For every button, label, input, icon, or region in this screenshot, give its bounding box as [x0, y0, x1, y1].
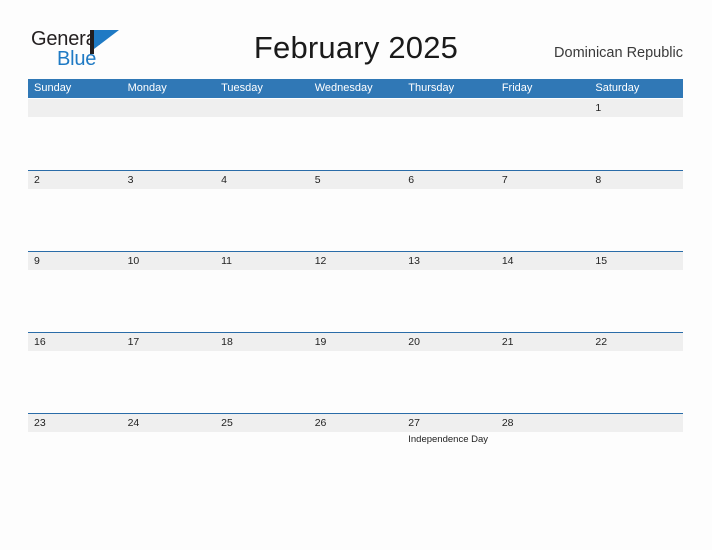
day-cell[interactable]: 19 — [309, 333, 403, 412]
day-number: 21 — [501, 336, 514, 349]
day-number: 5 — [314, 174, 321, 187]
day-number: 3 — [127, 174, 134, 187]
day-number: 13 — [408, 255, 420, 268]
day-number: 23 — [34, 417, 46, 430]
weekday-header-row: Sunday Monday Tuesday Wednesday Thursday… — [28, 79, 683, 98]
day-cell[interactable] — [402, 99, 496, 178]
day-number: 15 — [595, 255, 608, 268]
week-row: 23 24 25 26 27 Independence Day 28 — [28, 413, 683, 494]
day-number: 19 — [314, 336, 327, 349]
day-cell[interactable]: 8 — [589, 171, 683, 250]
day-cell[interactable]: 26 — [309, 414, 403, 493]
region-label: Dominican Republic — [554, 45, 683, 61]
day-cell[interactable] — [122, 99, 216, 178]
week-row: 9 10 11 12 13 14 15 — [28, 251, 683, 332]
week-day-cells: 23 24 25 26 27 Independence Day 28 — [28, 414, 683, 493]
day-cell[interactable]: 9 — [28, 252, 122, 331]
day-number: 14 — [501, 255, 514, 268]
day-number: 27 — [408, 417, 420, 430]
weekday-tuesday: Tuesday — [221, 82, 263, 94]
day-cell[interactable]: 24 — [122, 414, 216, 493]
holiday-label: Independence Day — [408, 434, 489, 446]
day-cell[interactable]: 22 — [589, 333, 683, 412]
day-cell[interactable]: 7 — [496, 171, 590, 250]
day-cell[interactable] — [28, 99, 122, 178]
day-cell[interactable] — [215, 99, 309, 178]
day-cell[interactable]: 23 — [28, 414, 122, 493]
weekday-sunday: Sunday — [34, 82, 72, 94]
day-number: 11 — [221, 255, 233, 268]
day-number: 22 — [595, 336, 608, 349]
day-number: 12 — [314, 255, 327, 268]
day-cell[interactable]: 21 — [496, 333, 590, 412]
weekday-thursday: Thursday — [408, 82, 455, 94]
day-number: 2 — [34, 174, 40, 187]
day-number: 9 — [34, 255, 40, 268]
day-cell[interactable]: 14 — [496, 252, 590, 331]
weekday-monday: Monday — [127, 82, 167, 94]
day-cell[interactable]: 5 — [309, 171, 403, 250]
weekday-saturday: Saturday — [595, 82, 640, 94]
day-cell[interactable]: 16 — [28, 333, 122, 412]
day-cell[interactable]: 4 — [215, 171, 309, 250]
day-cell[interactable]: 10 — [122, 252, 216, 331]
week-day-cells: 2 3 4 5 6 7 8 — [28, 171, 683, 250]
day-cell[interactable]: 6 — [402, 171, 496, 250]
day-number: 1 — [595, 102, 602, 115]
day-number: 26 — [314, 417, 327, 430]
week-day-cells: 16 17 18 19 20 21 22 — [28, 333, 683, 412]
day-cell[interactable]: 13 — [402, 252, 496, 331]
day-cell[interactable]: 17 — [122, 333, 216, 412]
weekday-wednesday: Wednesday — [314, 82, 373, 94]
day-number: 16 — [34, 336, 46, 349]
day-cell[interactable]: 12 — [309, 252, 403, 331]
day-number: 10 — [127, 255, 140, 268]
day-cell[interactable] — [309, 99, 403, 178]
day-cell[interactable]: 18 — [215, 333, 309, 412]
day-cell[interactable]: 3 — [122, 171, 216, 250]
week-day-cells: 9 10 11 12 13 14 15 — [28, 252, 683, 331]
day-number: 17 — [127, 336, 140, 349]
day-number: 24 — [127, 417, 140, 430]
day-cell[interactable] — [496, 99, 590, 178]
calendar-page: General Blue February 2025 Dominican Rep… — [0, 0, 712, 550]
day-cell[interactable]: 15 — [589, 252, 683, 331]
day-cell[interactable]: 2 — [28, 171, 122, 250]
day-number: 7 — [501, 174, 508, 187]
day-cell[interactable]: 28 — [496, 414, 590, 493]
day-cell[interactable]: 27 Independence Day — [402, 414, 496, 493]
day-number: 25 — [221, 417, 233, 430]
week-row: 16 17 18 19 20 21 22 — [28, 332, 683, 413]
day-cell[interactable]: 20 — [402, 333, 496, 412]
page-header: General Blue February 2025 Dominican Rep… — [0, 0, 712, 78]
week-row: 2 3 4 5 6 7 8 — [28, 170, 683, 251]
day-number: 28 — [501, 417, 514, 430]
day-number: 4 — [221, 174, 227, 187]
day-cell[interactable]: 25 — [215, 414, 309, 493]
week-row: 1 — [28, 98, 683, 170]
calendar-grid: Sunday Monday Tuesday Wednesday Thursday… — [28, 79, 683, 494]
weekday-friday: Friday — [501, 82, 533, 94]
day-cell[interactable]: 1 — [589, 99, 683, 178]
day-number: 6 — [408, 174, 415, 187]
day-number: 18 — [221, 336, 233, 349]
day-number: 20 — [408, 336, 420, 349]
day-cell[interactable] — [589, 414, 683, 493]
day-cell[interactable]: 11 — [215, 252, 309, 331]
day-number: 8 — [595, 174, 602, 187]
week-day-cells: 1 — [28, 99, 683, 178]
